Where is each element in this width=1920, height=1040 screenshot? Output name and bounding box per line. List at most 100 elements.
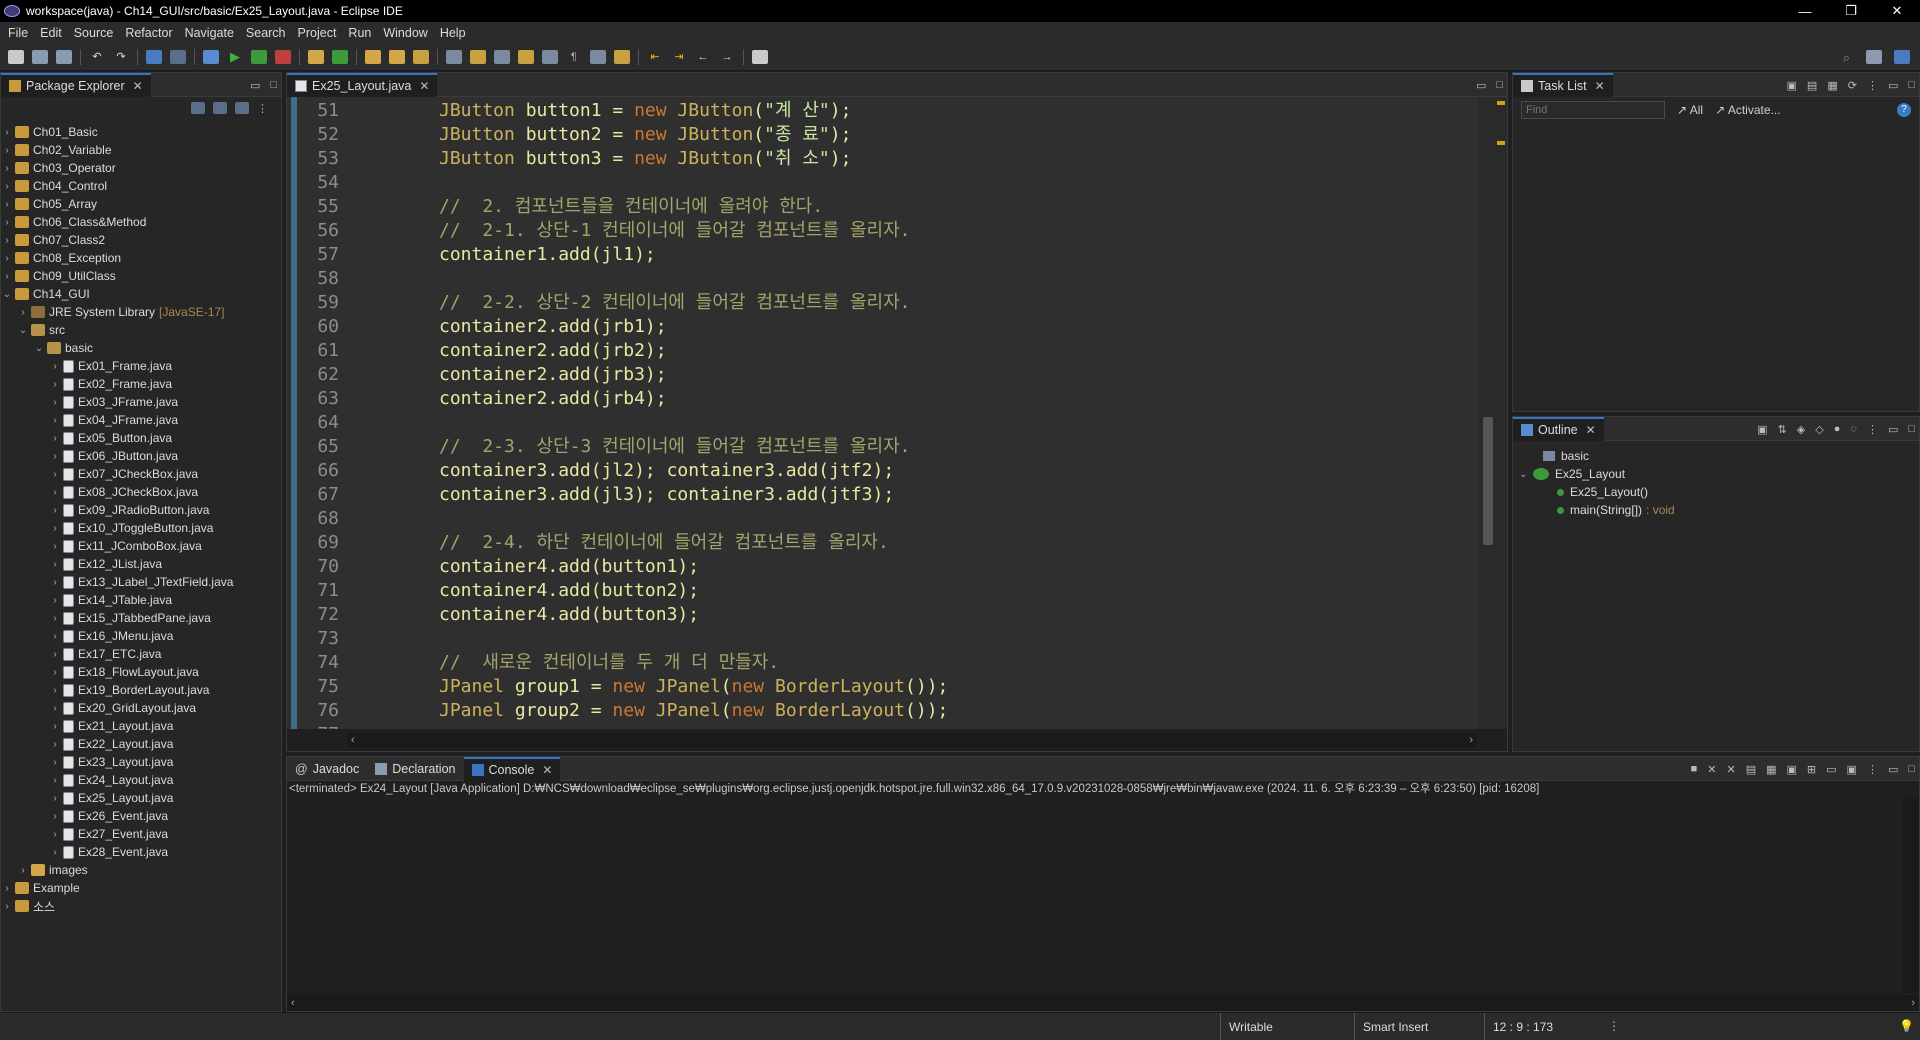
code-line[interactable]: 53 JButton button3 = new JButton("취 소"); (299, 147, 948, 171)
tree-item-java-file[interactable]: › Ex19_BorderLayout.java (1, 681, 281, 699)
minimize-icon[interactable]: ▭ (1888, 763, 1898, 776)
tree-item-project[interactable]: › Example (1, 879, 281, 897)
tree-item-jre[interactable]: › JRE System Library [JavaSE-17] (1, 303, 281, 321)
view-menu-icon[interactable]: ⋮ (1867, 763, 1878, 776)
chevron-right-icon[interactable]: › (49, 595, 61, 606)
view-menu-icon[interactable]: ⋮ (1867, 79, 1878, 92)
scroll-left-icon[interactable]: ‹ (291, 997, 295, 1009)
minimize-icon[interactable]: ▭ (1888, 79, 1898, 92)
new-task-icon[interactable]: ▣ (1787, 79, 1797, 92)
chevron-right-icon[interactable]: › (49, 667, 61, 678)
chevron-right-icon[interactable]: › (49, 775, 61, 786)
tree-item-java-file[interactable]: › Ex11_JComboBox.java (1, 537, 281, 555)
open-perspective-icon[interactable] (1866, 50, 1882, 64)
tree-item-java-file[interactable]: › Ex27_Event.java (1, 825, 281, 843)
chevron-right-icon[interactable]: › (49, 847, 61, 858)
code-line[interactable]: 69 // 2-4. 하단 컨테이너에 들어갈 컴포넌트를 올리자. (299, 531, 948, 555)
tree-item-project[interactable]: › Ch04_Control (1, 177, 281, 195)
code-line[interactable]: 66 container3.add(jl2); container3.add(jt… (299, 459, 948, 483)
maximize-icon[interactable]: □ (270, 79, 277, 91)
chevron-right-icon[interactable]: › (49, 397, 61, 408)
hide-local-types-icon[interactable]: ◌ (1850, 423, 1857, 435)
code-line[interactable]: 72 container4.add(button3); (299, 603, 948, 627)
close-icon[interactable]: ✕ (1595, 79, 1605, 93)
sort-icon[interactable]: ⇅ (1778, 423, 1787, 436)
scroll-left-icon[interactable]: ‹ (351, 734, 355, 746)
chevron-right-icon[interactable]: › (49, 433, 61, 444)
tree-item-java-file[interactable]: › Ex26_Event.java (1, 807, 281, 825)
close-icon[interactable]: ✕ (1586, 423, 1596, 437)
editor-horizontal-scrollbar[interactable]: ‹ › (347, 733, 1477, 747)
code-line[interactable]: 59 // 2-2. 상단-2 컨테이너에 들어갈 컴포넌트를 올리자. (299, 291, 948, 315)
chevron-right-icon[interactable]: › (49, 829, 61, 840)
debug-icon[interactable] (203, 49, 219, 64)
tab-task-list[interactable]: Task List ✕ (1513, 72, 1613, 97)
word-wrap-icon[interactable]: ▦ (1766, 763, 1776, 776)
tree-item-java-file[interactable]: › Ex28_Event.java (1, 843, 281, 861)
menu-refactor[interactable]: Refactor (123, 26, 182, 40)
new-icon[interactable] (8, 49, 24, 64)
outline-class[interactable]: ⌄ Ex25_Layout (1513, 465, 1919, 483)
chevron-right-icon[interactable]: › (49, 757, 61, 768)
chevron-right-icon[interactable]: › (49, 451, 61, 462)
tree-item-project[interactable]: › Ch07_Class2 (1, 231, 281, 249)
menu-window[interactable]: Window (381, 26, 437, 40)
last-edit-icon[interactable]: ⇤ (647, 50, 663, 64)
tree-item-java-file[interactable]: › Ex22_Layout.java (1, 735, 281, 753)
annotation-icon[interactable] (446, 49, 462, 64)
close-button[interactable]: ✕ (1874, 0, 1920, 22)
code-line[interactable]: 67 container3.add(jl3); container3.add(jt… (299, 483, 948, 507)
chevron-right-icon[interactable]: › (49, 541, 61, 552)
undo-icon[interactable]: ↶ (89, 50, 105, 64)
lightbulb-icon[interactable]: 💡 (1899, 1019, 1914, 1033)
search-icon[interactable]: ⌕ (1843, 50, 1850, 66)
chevron-right-icon[interactable]: › (49, 613, 61, 624)
chevron-right-icon[interactable]: › (49, 523, 61, 534)
tree-item-java-file[interactable]: › Ex04_JFrame.java (1, 411, 281, 429)
menu-help[interactable]: Help (438, 26, 476, 40)
save-all-icon[interactable] (56, 49, 72, 64)
code-line[interactable]: 77 (299, 723, 948, 729)
tree-item-project[interactable]: › Ch01_Basic (1, 123, 281, 141)
scroll-thumb[interactable] (1483, 417, 1493, 545)
tree-item-java-file[interactable]: › Ex18_FlowLayout.java (1, 663, 281, 681)
hide-nonpublic-icon[interactable]: ● (1834, 423, 1841, 435)
menu-edit[interactable]: Edit (38, 26, 72, 40)
tree-item-java-file[interactable]: › Ex09_JRadioButton.java (1, 501, 281, 519)
chevron-right-icon[interactable]: › (49, 469, 61, 480)
code-line[interactable]: 51 JButton button1 = new JButton("계 산"); (299, 99, 948, 123)
tree-item-java-file[interactable]: › Ex02_Frame.java (1, 375, 281, 393)
minimize-icon[interactable]: ▭ (1888, 423, 1898, 436)
minimize-icon[interactable]: ▭ (250, 79, 260, 92)
tree-item-project[interactable]: › Ch06_Class&Method (1, 213, 281, 231)
external-tools-icon[interactable] (275, 49, 291, 64)
code-line[interactable]: 61 container2.add(jrb2); (299, 339, 948, 363)
back-icon[interactable]: ← (695, 50, 711, 64)
tree-item-src[interactable]: ⌄ src (1, 321, 281, 339)
tab-package-explorer[interactable]: Package Explorer ✕ (1, 72, 151, 97)
open-console-icon[interactable]: ▣ (1847, 763, 1857, 776)
synchronize-icon[interactable]: ⟳ (1848, 79, 1857, 92)
tree-item-java-file[interactable]: › Ex12_JList.java (1, 555, 281, 573)
code-line[interactable]: 54 (299, 171, 948, 195)
close-icon[interactable]: ✕ (133, 79, 143, 93)
activate-link[interactable]: ↗ Activate... (1715, 103, 1780, 117)
tree-item-java-file[interactable]: › Ex17_ETC.java (1, 645, 281, 663)
new-class-icon[interactable] (332, 49, 348, 64)
chevron-right-icon[interactable]: › (49, 487, 61, 498)
code-line[interactable]: 64 (299, 411, 948, 435)
show-console-icon[interactable]: ▣ (1787, 763, 1797, 776)
tree-item-java-file[interactable]: › Ex07_JCheckBox.java (1, 465, 281, 483)
menu-navigate[interactable]: Navigate (183, 26, 244, 40)
terminal-icon[interactable] (146, 49, 162, 64)
all-filter-link[interactable]: ↗ All (1677, 103, 1703, 117)
outline-constructor[interactable]: Ex25_Layout() (1513, 483, 1919, 501)
chevron-right-icon[interactable]: › (49, 793, 61, 804)
maximize-icon[interactable]: □ (1496, 79, 1503, 91)
tree-item-java-file[interactable]: › Ex06_JButton.java (1, 447, 281, 465)
tree-item-project[interactable]: › 소스 (1, 897, 281, 915)
chevron-right-icon[interactable]: › (49, 811, 61, 822)
outline-method[interactable]: main(String[]): void (1513, 501, 1919, 519)
code-line[interactable]: 73 (299, 627, 948, 651)
chevron-right-icon[interactable]: › (49, 721, 61, 732)
